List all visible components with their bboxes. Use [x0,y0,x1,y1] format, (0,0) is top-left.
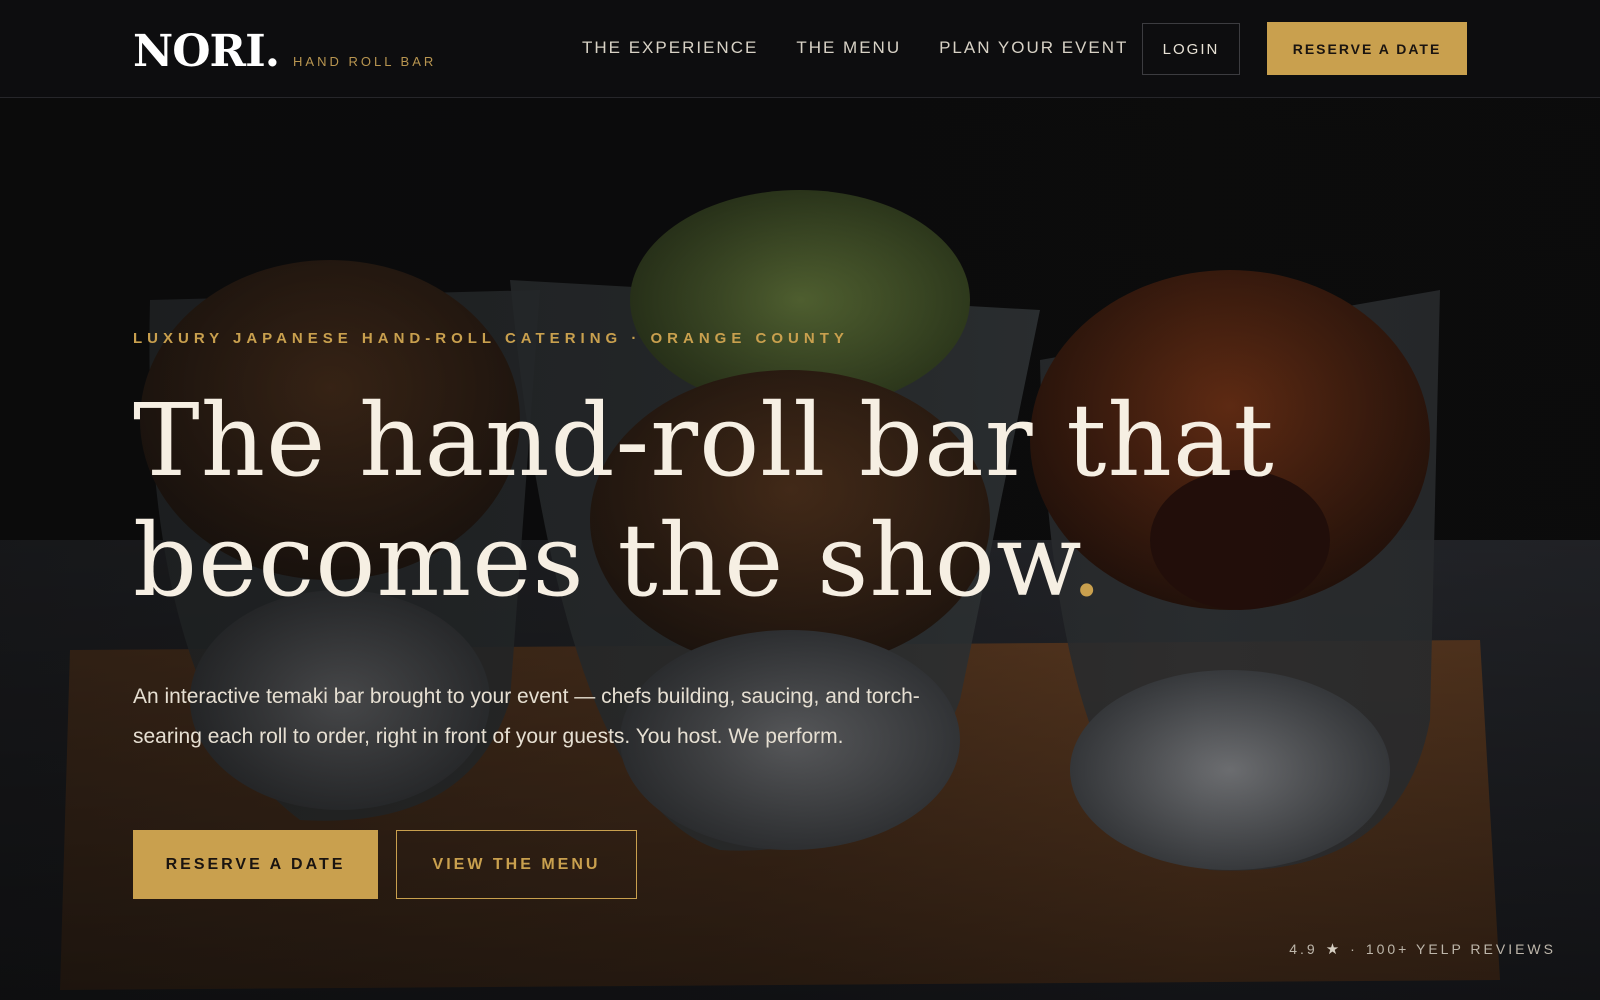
nav-link-plan-event[interactable]: PLAN YOUR EVENT [939,38,1128,58]
header-reserve-button[interactable]: RESERVE A DATE [1267,22,1467,75]
nav-link-menu[interactable]: THE MENU [796,38,901,58]
rating-score: 4.9 [1289,941,1318,957]
star-icon: ★ [1325,941,1343,958]
reserve-date-button[interactable]: RESERVE A DATE [133,830,378,899]
yelp-rating: 4.9 ★ · 100+ YELP REVIEWS [1289,940,1556,958]
rating-separator: · [1350,941,1358,957]
site-header: NORI. HAND ROLL BAR THE EXPERIENCE THE M… [0,0,1600,98]
main-nav: THE EXPERIENCE THE MENU PLAN YOUR EVENT [582,38,1128,58]
hero-description: An interactive temaki bar brought to you… [133,685,920,748]
headline-line-2: becomes the show [133,502,1071,619]
logo-tagline: HAND ROLL BAR [293,54,437,69]
rating-reviews: 100+ YELP REVIEWS [1365,941,1556,957]
hero-headline: The hand-roll bar that becomes the show. [133,381,1513,621]
login-button[interactable]: LOGIN [1142,23,1240,75]
view-menu-button[interactable]: VIEW THE MENU [396,830,637,899]
headline-line-1: The hand-roll bar that [133,382,1275,499]
hero-section: LUXURY JAPANESE HAND-ROLL CATERING · ORA… [133,330,1513,757]
nav-link-experience[interactable]: THE EXPERIENCE [582,38,758,58]
headline-accent-dot: . [1070,502,1104,619]
hero-cta-row: RESERVE A DATE VIEW THE MENU [133,830,637,899]
logo-wordmark: NORI. [133,26,280,77]
hero-eyebrow: LUXURY JAPANESE HAND-ROLL CATERING · ORA… [133,330,849,347]
brand-logo[interactable]: NORI. HAND ROLL BAR [133,26,436,77]
